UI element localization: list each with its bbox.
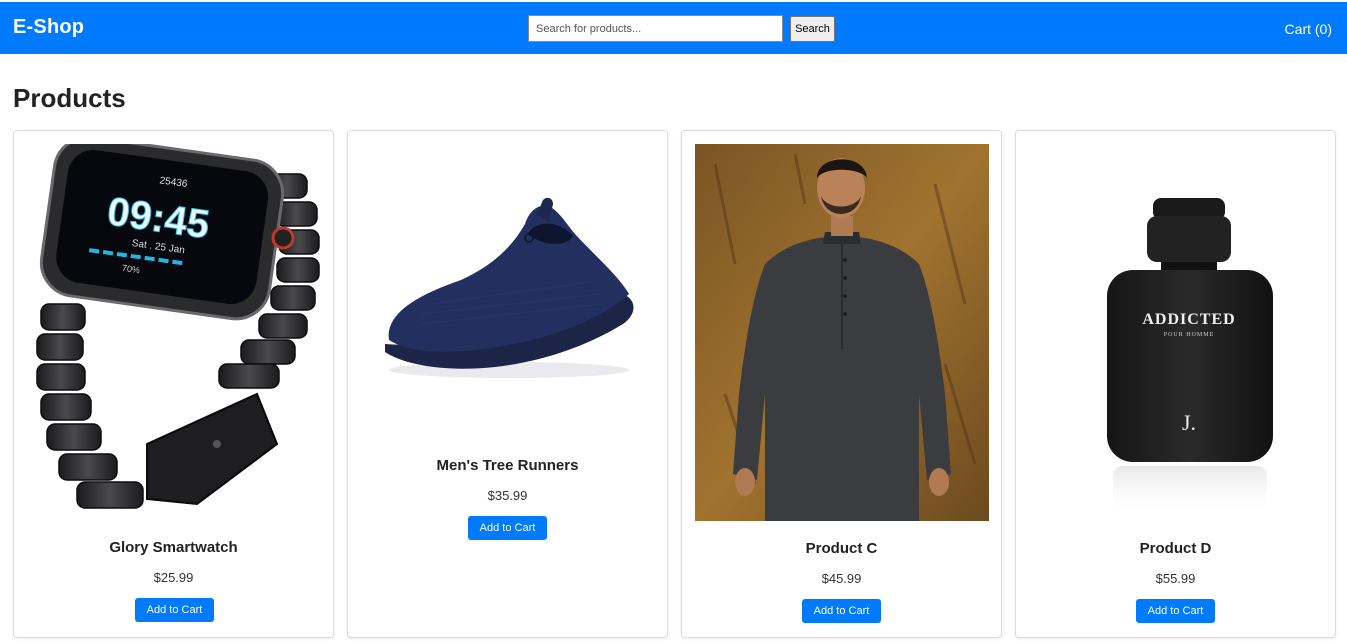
add-to-cart-button[interactable]: Add to Cart <box>135 598 214 622</box>
product-price: $55.99 <box>1155 571 1196 586</box>
kurta-model-image <box>695 144 989 521</box>
search-button[interactable]: Search <box>790 16 835 42</box>
product-name: Men's Tree Runners <box>436 457 579 474</box>
perfume-sub-text: POUR HOMME <box>1164 332 1215 338</box>
add-to-cart-button[interactable]: Add to Cart <box>802 599 881 623</box>
top-navbar: E-Shop Search Cart (0) <box>0 2 1347 54</box>
add-to-cart-button[interactable]: Add to Cart <box>1136 599 1215 623</box>
search-input[interactable] <box>528 15 783 42</box>
smartwatch-image: 25436 09:45 Sat . 25 Jan 70% <box>27 144 321 522</box>
product-card: Men's Tree Runners $35.99 Add to Cart <box>347 130 668 638</box>
product-card: 25436 09:45 Sat . 25 Jan 70% Glory Smart… <box>13 130 334 638</box>
product-name: Glory Smartwatch <box>109 539 238 556</box>
product-price: $25.99 <box>153 570 194 585</box>
product-name: Product D <box>1139 540 1212 557</box>
product-name: Product C <box>805 540 878 557</box>
add-to-cart-button[interactable]: Add to Cart <box>468 516 547 540</box>
perfume-bottle-image: ADDICTED POUR HOMME J. <box>1029 144 1323 521</box>
product-card: Product C $45.99 Add to Cart <box>681 130 1002 638</box>
brand-logo[interactable]: E-Shop <box>13 16 84 39</box>
perfume-brand-text: ADDICTED <box>1142 311 1235 328</box>
shoe-image <box>361 144 655 440</box>
product-price: $45.99 <box>821 571 862 586</box>
cart-link[interactable]: Cart (0) <box>1285 21 1332 37</box>
page-title: Products <box>13 83 126 113</box>
product-card: ADDICTED POUR HOMME J. Product D $55.99 … <box>1015 130 1336 638</box>
product-price: $35.99 <box>487 488 528 503</box>
perfume-mark-text: J. <box>1182 410 1196 435</box>
